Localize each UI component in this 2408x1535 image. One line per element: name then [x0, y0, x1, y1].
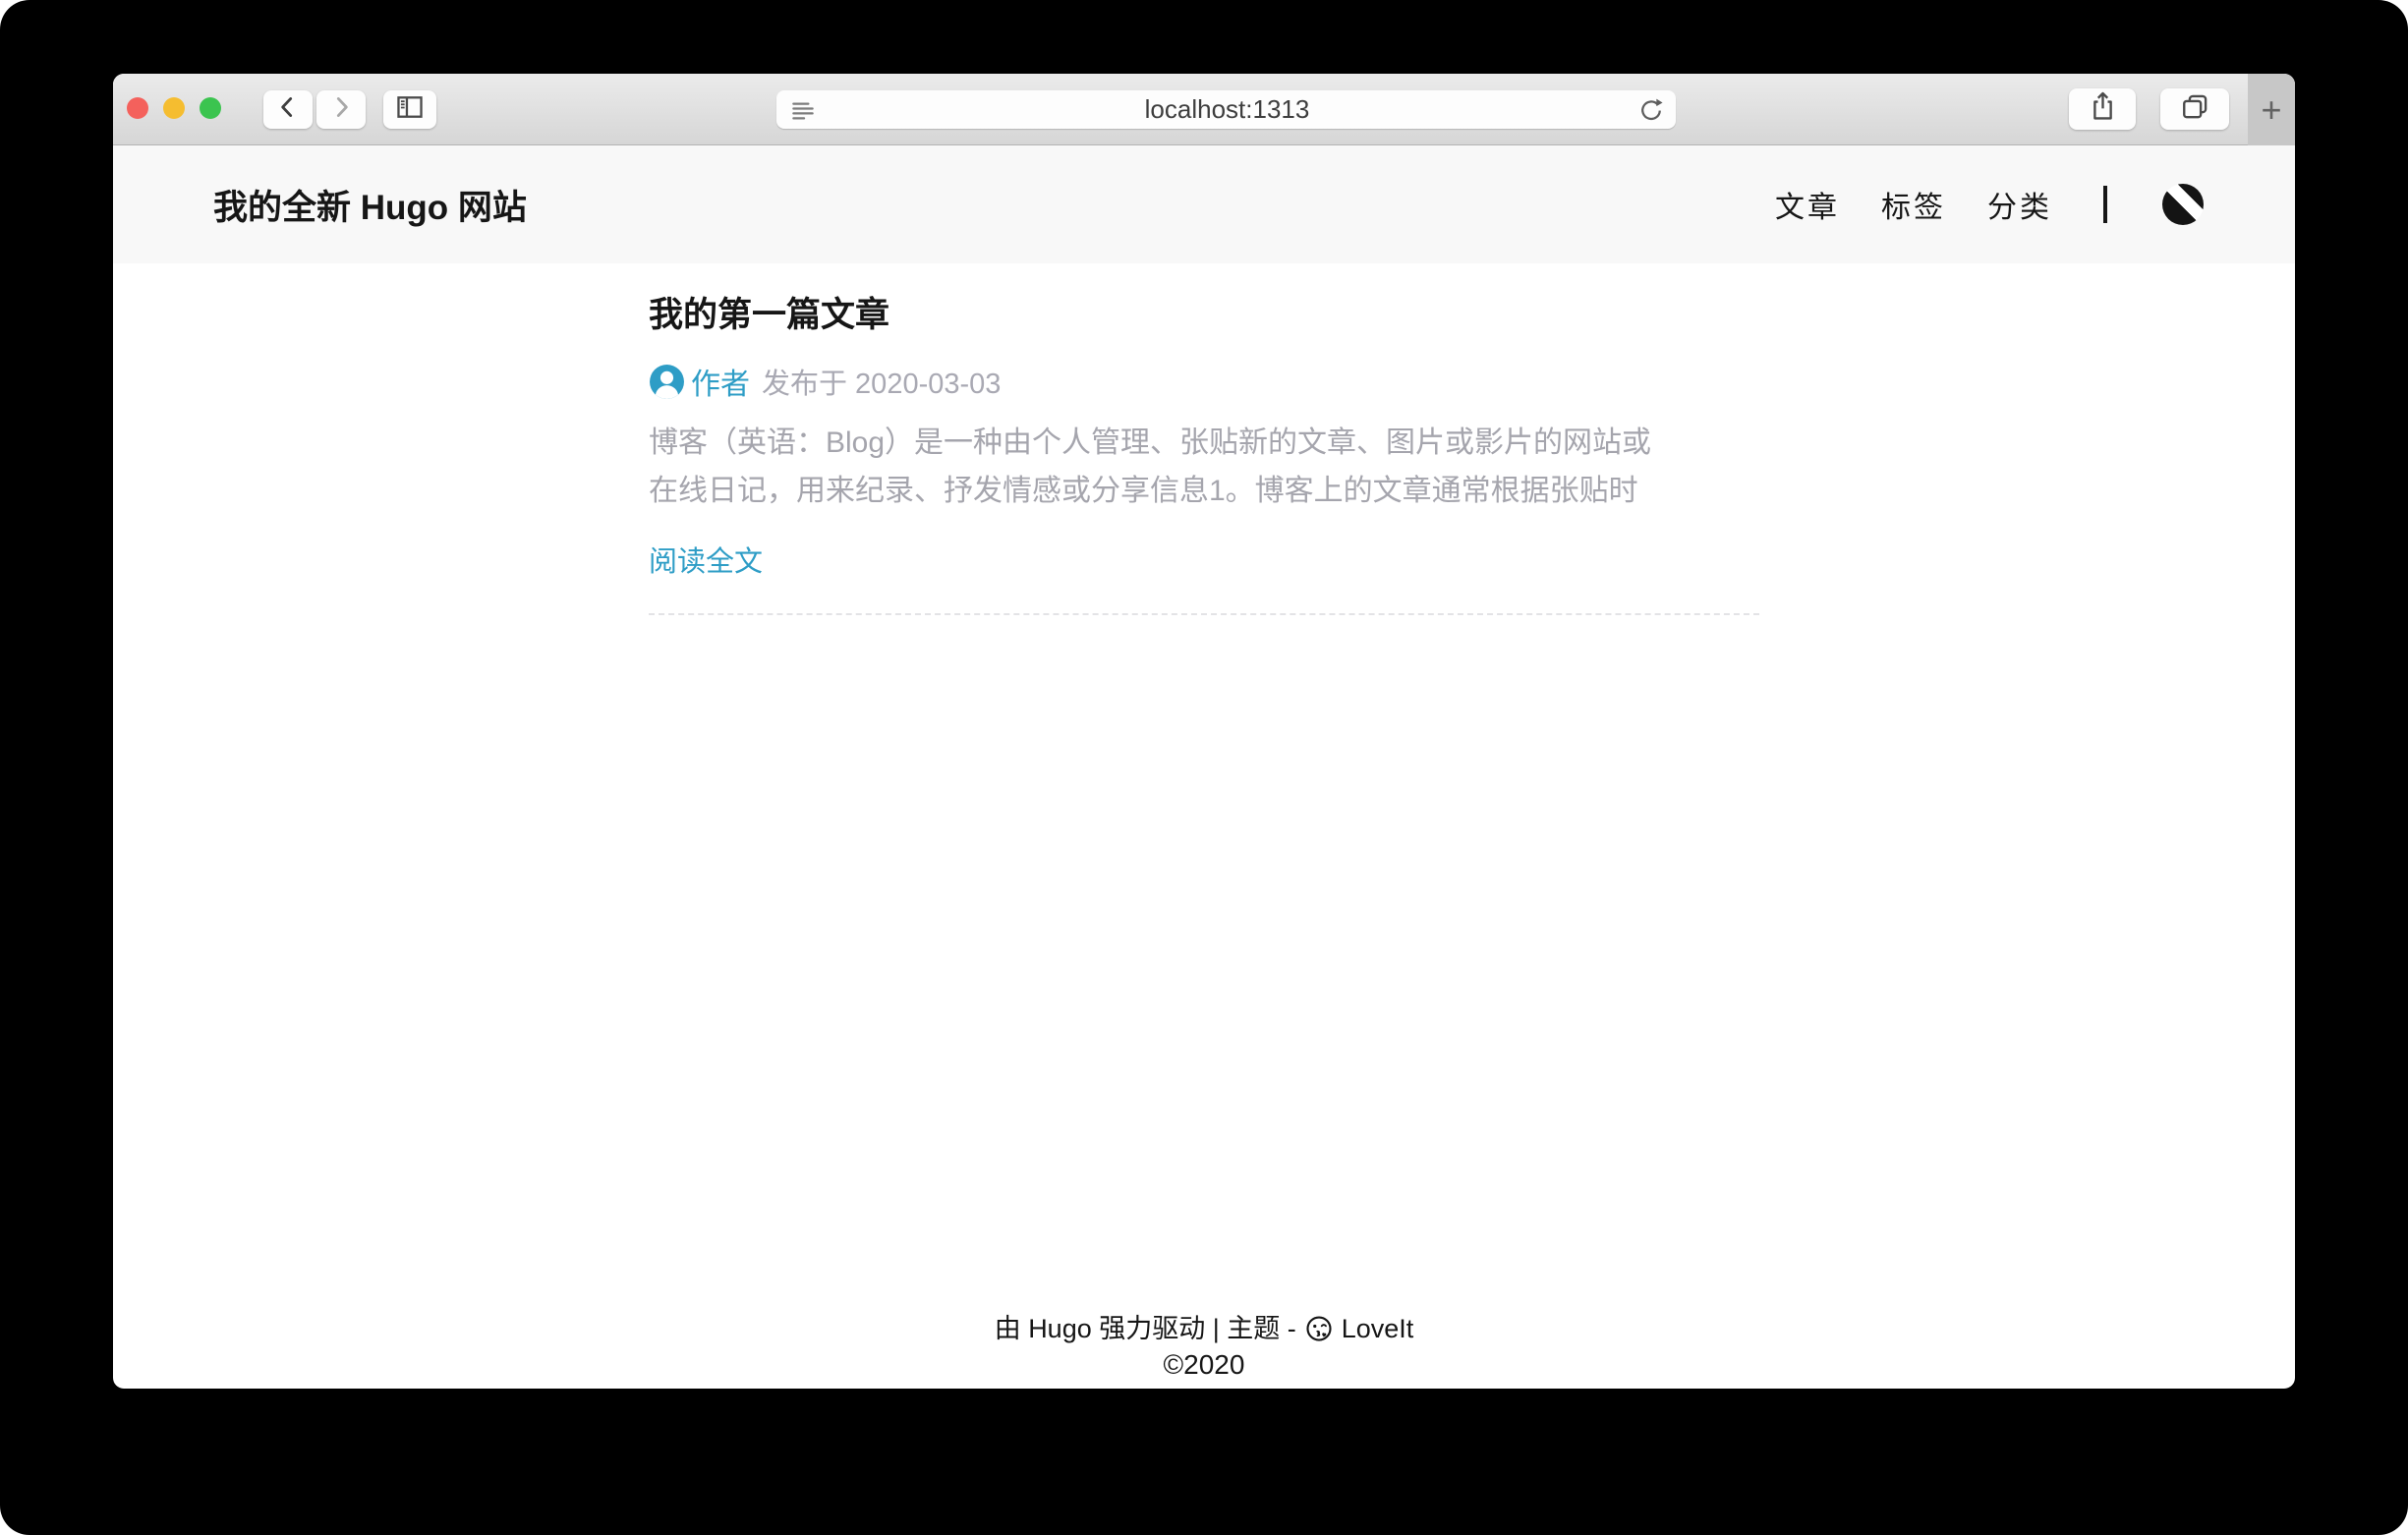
author-name: 作者: [691, 360, 750, 403]
chevron-left-icon: [273, 92, 303, 127]
author-link[interactable]: 作者: [649, 360, 750, 403]
summary-line: 在线日记，用来纪录、抒发情感或分享信息1。博客上的文章通常根据张贴时: [649, 467, 1759, 515]
new-tab-button[interactable]: +: [2248, 74, 2295, 145]
read-more-link[interactable]: 阅读全文: [649, 539, 1759, 580]
sidebar-icon: [393, 90, 427, 129]
kiss-wink-heart-icon: [1304, 1314, 1334, 1343]
site-footer: 由 Hugo 强力驱动 | 主题 - LoveIt ©2020: [113, 1310, 2295, 1383]
footer-powered-line: 由 Hugo 强力驱动 | 主题 - LoveIt: [113, 1310, 2295, 1347]
footer-theme-link[interactable]: LoveIt: [1342, 1310, 1414, 1347]
plus-icon: +: [2261, 89, 2281, 131]
tabs-overview-icon: [2178, 89, 2212, 129]
address-bar[interactable]: localhost:1313: [776, 90, 1676, 129]
post-title-link[interactable]: 我的第一篇文章: [649, 293, 1759, 338]
theme-toggle-icon[interactable]: [2162, 184, 2204, 225]
close-window-button[interactable]: [127, 97, 148, 119]
post-summary: 博客（英语：Blog）是一种由个人管理、张贴新的文章、图片或影片的网站或 在线日…: [649, 419, 1759, 515]
post-meta: 作者 发布于 2020-03-03: [649, 360, 1759, 403]
back-button[interactable]: [263, 90, 313, 129]
nav-item-tags[interactable]: 标签: [1881, 183, 1946, 226]
sidebar-toggle-button[interactable]: [383, 90, 436, 129]
nav-item-categories[interactable]: 分类: [1987, 183, 2052, 226]
reload-icon[interactable]: [1636, 95, 1666, 125]
main-content: 我的第一篇文章 作者 发布于: [649, 263, 1759, 615]
post-divider: [649, 613, 1759, 615]
safari-window: localhost:1313: [113, 74, 2295, 1389]
zoom-window-button[interactable]: [200, 97, 221, 119]
screenshot-stage: localhost:1313: [0, 0, 2408, 1535]
site-nav: 文章 标签 分类: [1775, 183, 2204, 226]
forward-button[interactable]: [316, 90, 366, 129]
share-icon: [2086, 89, 2120, 129]
browser-toolbar: localhost:1313: [113, 74, 2295, 145]
summary-line: 博客（英语：Blog）是一种由个人管理、张贴新的文章、图片或影片的网站或: [649, 419, 1759, 467]
chevron-right-icon: [326, 92, 356, 127]
reader-view-icon[interactable]: [788, 95, 818, 125]
footer-powered-text: 由 Hugo 强力驱动 | 主题 -: [995, 1310, 1296, 1347]
nav-divider: [2103, 186, 2107, 223]
footer-copyright: ©2020: [113, 1347, 2295, 1383]
minimize-window-button[interactable]: [163, 97, 185, 119]
show-tabs-button[interactable]: [2160, 88, 2229, 130]
published-date: 发布于 2020-03-03: [762, 361, 1001, 402]
person-circle-icon: [649, 364, 685, 400]
site-title-link[interactable]: 我的全新 Hugo 网站: [213, 180, 527, 230]
share-button[interactable]: [2069, 88, 2136, 130]
url-text[interactable]: localhost:1313: [818, 94, 1636, 125]
site-header: 我的全新 Hugo 网站 文章 标签 分类: [113, 145, 2295, 263]
nav-item-posts[interactable]: 文章: [1775, 183, 1840, 226]
